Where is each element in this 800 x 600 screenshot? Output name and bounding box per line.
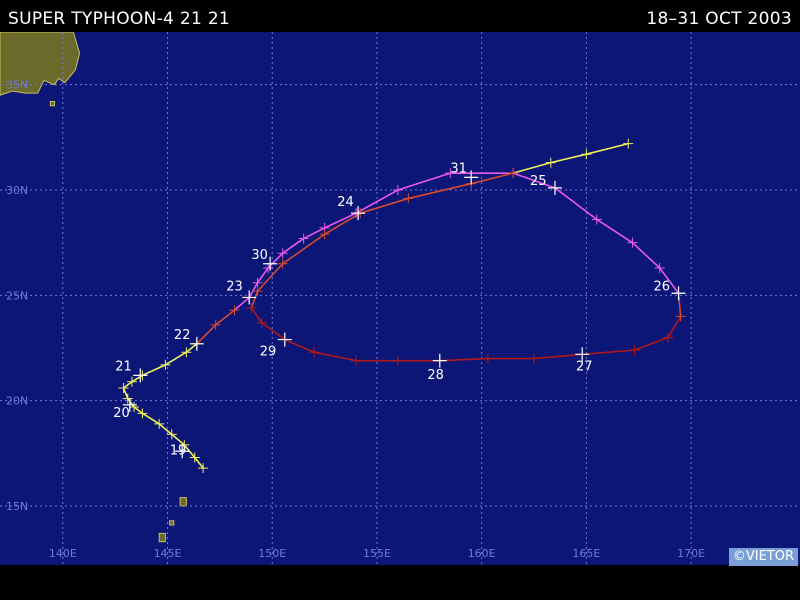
track-point	[545, 157, 556, 168]
track-segment	[438, 357, 489, 362]
landmass-rota	[169, 520, 175, 526]
track-segment	[596, 218, 634, 244]
track-segment	[667, 315, 682, 339]
track-segment	[359, 197, 410, 214]
day-label: 25	[530, 174, 547, 189]
storm-title: SUPER TYPHOON-4 21 21	[8, 9, 231, 29]
track-segment	[581, 349, 636, 356]
track-map: 140E 145E 150E 155E 160E 165E 170E 15N 20N 25N 30N…	[0, 31, 800, 565]
lat-tick-label: 30N	[6, 184, 28, 197]
track-point	[160, 359, 171, 370]
track-point	[298, 233, 309, 244]
track-segment	[260, 321, 286, 341]
track-segment	[158, 423, 173, 436]
track-point	[319, 229, 330, 240]
day-label: 22	[174, 328, 191, 343]
lat-tick-label: 25N	[6, 289, 28, 302]
lon-tick-label: 145E	[154, 547, 182, 560]
lon-tick-label: 150E	[258, 547, 286, 560]
track-segment	[133, 406, 144, 415]
lat-lon-grid: 140E 145E 150E 155E 160E 165E 170E 15N 20N 25N 30N…	[0, 32, 800, 565]
day-label: 29	[260, 345, 277, 360]
track-segment	[250, 307, 263, 324]
track-segment	[185, 342, 198, 354]
track-point	[663, 332, 674, 343]
track-point	[309, 347, 320, 358]
track-point	[581, 149, 592, 160]
track-segment	[554, 187, 598, 221]
track-segment	[193, 456, 204, 469]
day-label: 30	[251, 248, 268, 263]
track-segment	[284, 338, 315, 354]
day-label: 28	[427, 368, 444, 383]
track-point	[508, 168, 519, 179]
track-segment	[397, 172, 452, 191]
track-segment	[533, 353, 583, 360]
track-point	[392, 185, 403, 196]
track-point	[529, 353, 540, 364]
day-label: 24	[337, 195, 354, 210]
landmass-saipan	[179, 497, 187, 507]
day-label: 20	[113, 406, 130, 421]
day-label: 19	[170, 444, 187, 459]
lon-tick-label: 165E	[572, 547, 600, 560]
credit-badge: ©VIETOR	[728, 548, 798, 566]
track-segment	[470, 172, 514, 185]
map-canvas: 140E 145E 150E 155E 160E 165E 170E 15N 20N 25N 30N…	[0, 31, 800, 565]
date-range: 18–31 OCT 2003	[646, 9, 792, 29]
day-marker	[671, 286, 686, 301]
day-label: 26	[654, 279, 671, 294]
day-label: 27	[576, 359, 593, 374]
track-segment	[313, 351, 357, 362]
landmass-guam	[158, 532, 166, 543]
day-labels: 19 20 21 22 23 30 24 31 25 26 27 28 29	[113, 161, 686, 459]
track-segment	[585, 142, 630, 155]
track-point	[351, 355, 362, 366]
track-segment	[141, 364, 167, 377]
track-segment	[549, 153, 588, 164]
track-segment	[141, 412, 160, 425]
track-point	[629, 345, 640, 356]
track-segment	[633, 336, 669, 351]
storm-track	[118, 138, 686, 474]
track-segment	[122, 380, 133, 389]
lon-tick-label: 170E	[677, 547, 705, 560]
track-segment	[323, 212, 362, 236]
lat-tick-label: 20N	[6, 395, 28, 408]
track-point	[675, 311, 686, 322]
track-segment	[196, 324, 217, 345]
track-segment	[214, 309, 236, 326]
track-segment	[164, 351, 188, 366]
day-marker	[547, 180, 562, 195]
day-label: 31	[450, 161, 467, 176]
land-layer	[0, 31, 187, 543]
track-point	[482, 353, 493, 364]
track-segment	[122, 387, 129, 400]
track-segment	[631, 241, 661, 269]
day-marker	[432, 353, 447, 368]
lon-tick-label: 140E	[49, 547, 77, 560]
track-point	[403, 193, 414, 204]
day-label: 23	[226, 279, 243, 294]
track-point	[392, 355, 403, 366]
track-segment	[407, 182, 473, 200]
landmass-izu-islands	[49, 101, 55, 107]
day-marker	[277, 332, 292, 347]
track-segment	[512, 161, 552, 174]
track-point	[246, 302, 257, 313]
track-point	[623, 138, 634, 149]
day-label: 21	[115, 359, 132, 374]
lon-tick-label: 160E	[468, 547, 496, 560]
map-header: SUPER TYPHOON-4 21 21 18–31 OCT 2003	[0, 0, 800, 32]
map-footer	[0, 566, 800, 600]
lon-tick-label: 155E	[363, 547, 391, 560]
lat-tick-label: 15N	[6, 500, 28, 513]
lat-tick-label: 35N	[6, 79, 28, 92]
